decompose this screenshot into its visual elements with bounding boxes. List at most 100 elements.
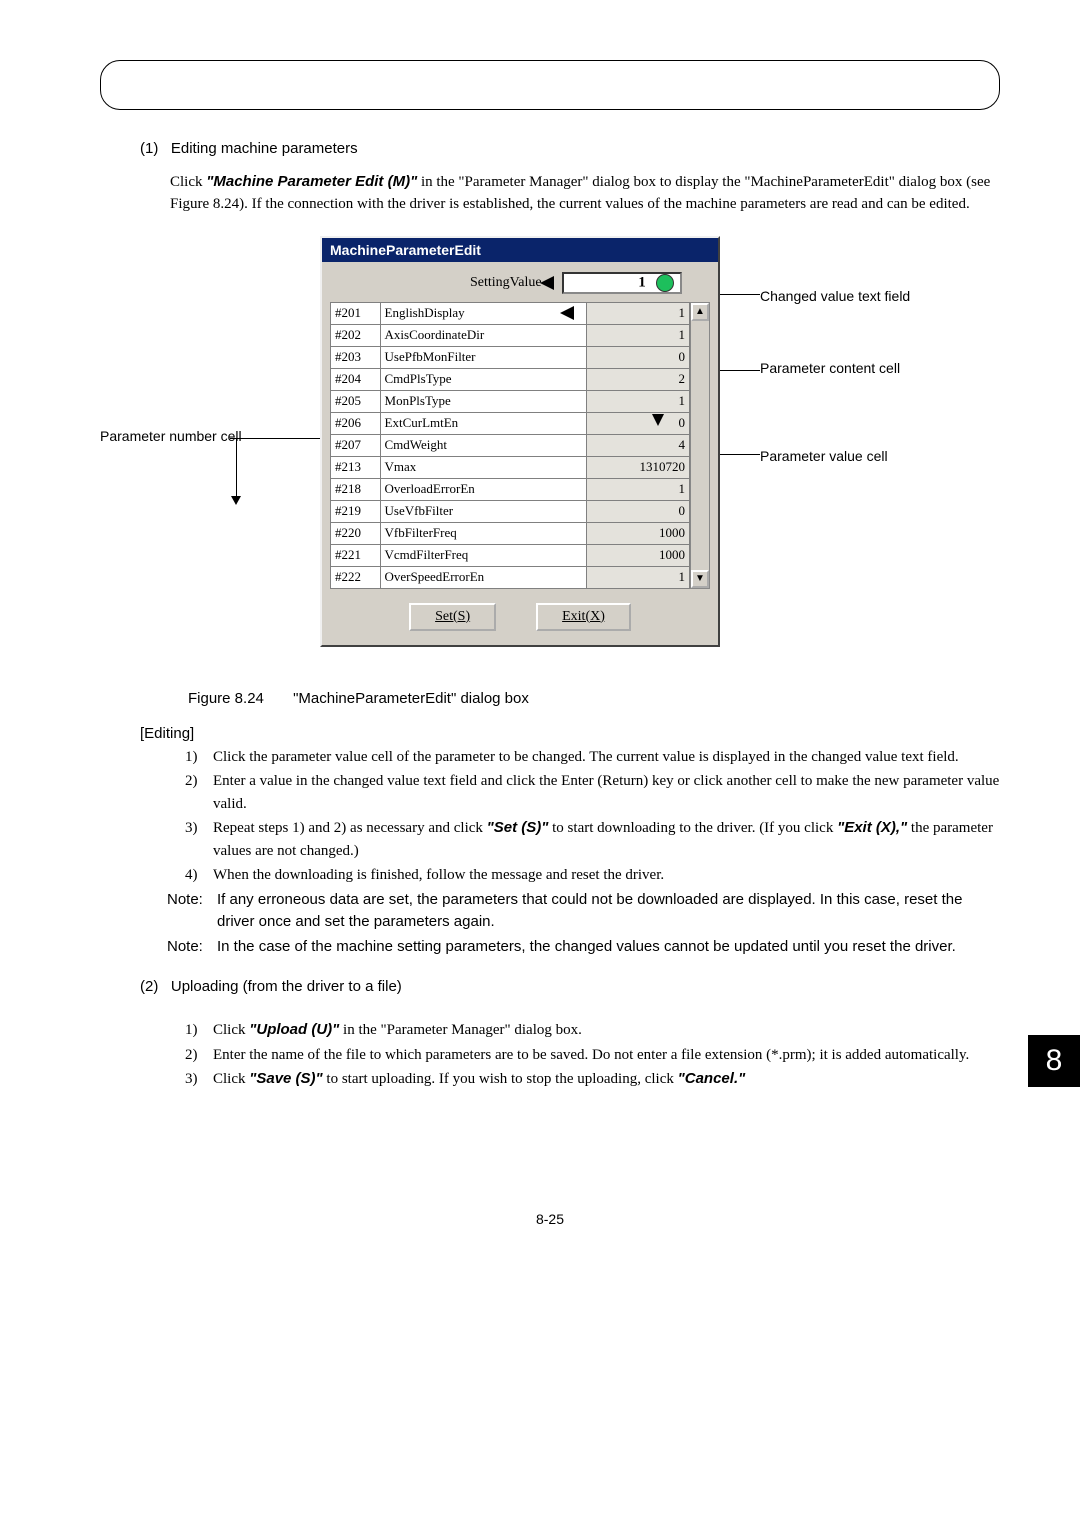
param-number-cell[interactable]: #220: [331, 522, 381, 544]
dialog-titlebar: MachineParameterEdit: [322, 238, 718, 262]
param-number-cell[interactable]: #218: [331, 478, 381, 500]
param-number-cell[interactable]: #204: [331, 368, 381, 390]
figure-caption: Figure 8.24 "MachineParameterEdit" dialo…: [188, 690, 1000, 707]
param-content-cell[interactable]: UsePfbMonFilter: [380, 346, 586, 368]
scroll-down-icon[interactable]: ▼: [691, 570, 709, 588]
param-value-cell[interactable]: 1000: [586, 522, 689, 544]
param-value-cell[interactable]: 1: [586, 478, 689, 500]
param-content-cell[interactable]: MonPlsType: [380, 390, 586, 412]
param-content-cell[interactable]: OverloadErrorEn: [380, 478, 586, 500]
label-param-value-text: Parameter value cell: [760, 448, 888, 464]
param-value-cell[interactable]: 1: [586, 302, 689, 324]
intro-cmd: "Machine Parameter Edit (M)": [206, 173, 417, 190]
label-changed-value-text: Changed value text field: [760, 288, 910, 304]
table-row: #201EnglishDisplay1: [331, 302, 690, 324]
diagram-area: Parameter number cell Changed value text…: [100, 230, 1000, 670]
list-item: 2)Enter a value in the changed value tex…: [185, 770, 1000, 815]
table-row: #204CmdPlsType2: [331, 368, 690, 390]
table-row: #221VcmdFilterFreq1000: [331, 544, 690, 566]
highlight-dot-icon: [656, 274, 674, 292]
param-content-cell[interactable]: Vmax: [380, 456, 586, 478]
arrow-row1-icon: [560, 306, 574, 320]
scrollbar[interactable]: ▲ ▼: [690, 302, 710, 589]
table-row: #207CmdWeight4: [331, 434, 690, 456]
line-left-v: [236, 438, 237, 500]
figure-text: "MachineParameterEdit" dialog box: [293, 690, 529, 707]
param-value-cell[interactable]: 1310720: [586, 456, 689, 478]
set-button[interactable]: Set(S): [409, 603, 496, 631]
param-value-cell[interactable]: 1: [586, 390, 689, 412]
changed-value-input[interactable]: 1: [562, 272, 682, 294]
param-content-cell[interactable]: AxisCoordinateDir: [380, 324, 586, 346]
dialog-button-row: Set(S) Exit(X): [322, 589, 718, 645]
param-content-cell[interactable]: VcmdFilterFreq: [380, 544, 586, 566]
label-param-content-text: Parameter content cell: [760, 360, 900, 376]
param-content-cell[interactable]: UseVfbFilter: [380, 500, 586, 522]
list-item: 4)When the downloading is finished, foll…: [185, 864, 1000, 887]
param-number-cell[interactable]: #222: [331, 566, 381, 588]
param-number-cell[interactable]: #203: [331, 346, 381, 368]
arrow-row6-icon: [652, 414, 664, 426]
line-left: [230, 438, 330, 439]
param-value-cell[interactable]: 1: [586, 566, 689, 588]
param-value-cell[interactable]: 0: [586, 346, 689, 368]
line-cv: [718, 294, 760, 295]
figure-num: Figure 8.24: [188, 690, 264, 707]
list-item: 1)Click "Upload (U)" in the "Parameter M…: [185, 1019, 1000, 1042]
label-param-num-text: Parameter number cell: [100, 428, 242, 444]
param-value-cell[interactable]: 1: [586, 324, 689, 346]
setting-value-row: SettingValue 1: [322, 262, 718, 302]
table-row: #220VfbFilterFreq1000: [331, 522, 690, 544]
table-row: #205MonPlsType1: [331, 390, 690, 412]
section2-heading: (2) Uploading (from the driver to a file…: [140, 978, 1000, 995]
intro-p1: Click: [170, 174, 206, 190]
param-value-cell[interactable]: 1000: [586, 544, 689, 566]
note-item: Note:If any erroneous data are set, the …: [185, 889, 1000, 934]
param-number-cell[interactable]: #202: [331, 324, 381, 346]
param-number-cell[interactable]: #221: [331, 544, 381, 566]
list-item: 2)Enter the name of the file to which pa…: [185, 1044, 1000, 1067]
param-number-cell[interactable]: #207: [331, 434, 381, 456]
label-changed-value: Changed value text field: [760, 288, 910, 304]
param-table: #201EnglishDisplay1#202AxisCoordinateDir…: [330, 302, 690, 589]
param-number-cell[interactable]: #213: [331, 456, 381, 478]
param-value-cell[interactable]: 0: [586, 500, 689, 522]
section2-num: (2): [140, 978, 158, 995]
page-footer: 8-25: [100, 1211, 1000, 1227]
param-number-cell[interactable]: #201: [331, 302, 381, 324]
table-row: #218OverloadErrorEn1: [331, 478, 690, 500]
arrow-left-v-icon: [231, 496, 241, 505]
param-value-cell[interactable]: 4: [586, 434, 689, 456]
page-tab: 8: [1028, 1035, 1080, 1087]
editing-heading: [Editing]: [140, 725, 1000, 742]
scroll-up-icon[interactable]: ▲: [691, 303, 709, 321]
table-row: #206ExtCurLmtEn0: [331, 412, 690, 434]
setting-value-label: SettingValue: [470, 275, 542, 291]
param-value-cell[interactable]: 0: [586, 412, 689, 434]
param-value-cell[interactable]: 2: [586, 368, 689, 390]
param-content-cell[interactable]: CmdPlsType: [380, 368, 586, 390]
header-box: [100, 60, 1000, 110]
label-param-number-cell: Parameter number cell: [100, 428, 242, 444]
table-row: #219UseVfbFilter0: [331, 500, 690, 522]
label-param-value: Parameter value cell: [760, 448, 888, 464]
exit-button[interactable]: Exit(X): [536, 603, 631, 631]
section1-heading: (1) Editing machine parameters: [140, 140, 1000, 157]
param-content-cell[interactable]: EnglishDisplay: [380, 302, 586, 324]
editing-list: 1)Click the parameter value cell of the …: [185, 746, 1000, 959]
list-item: 3)Click "Save (S)" to start uploading. I…: [185, 1068, 1000, 1091]
table-row: #202AxisCoordinateDir1: [331, 324, 690, 346]
table-row: #213Vmax1310720: [331, 456, 690, 478]
section2-title: Uploading (from the driver to a file): [171, 978, 402, 995]
machine-parameter-edit-dialog: MachineParameterEdit SettingValue 1 #201…: [320, 236, 720, 647]
param-number-cell[interactable]: #219: [331, 500, 381, 522]
table-row: #222OverSpeedErrorEn1: [331, 566, 690, 588]
param-number-cell[interactable]: #206: [331, 412, 381, 434]
label-param-content: Parameter content cell: [760, 360, 900, 376]
param-content-cell[interactable]: OverSpeedErrorEn: [380, 566, 586, 588]
param-content-cell[interactable]: VfbFilterFreq: [380, 522, 586, 544]
param-content-cell[interactable]: CmdWeight: [380, 434, 586, 456]
param-content-cell[interactable]: ExtCurLmtEn: [380, 412, 586, 434]
param-number-cell[interactable]: #205: [331, 390, 381, 412]
section2-list: 1)Click "Upload (U)" in the "Parameter M…: [185, 1019, 1000, 1091]
